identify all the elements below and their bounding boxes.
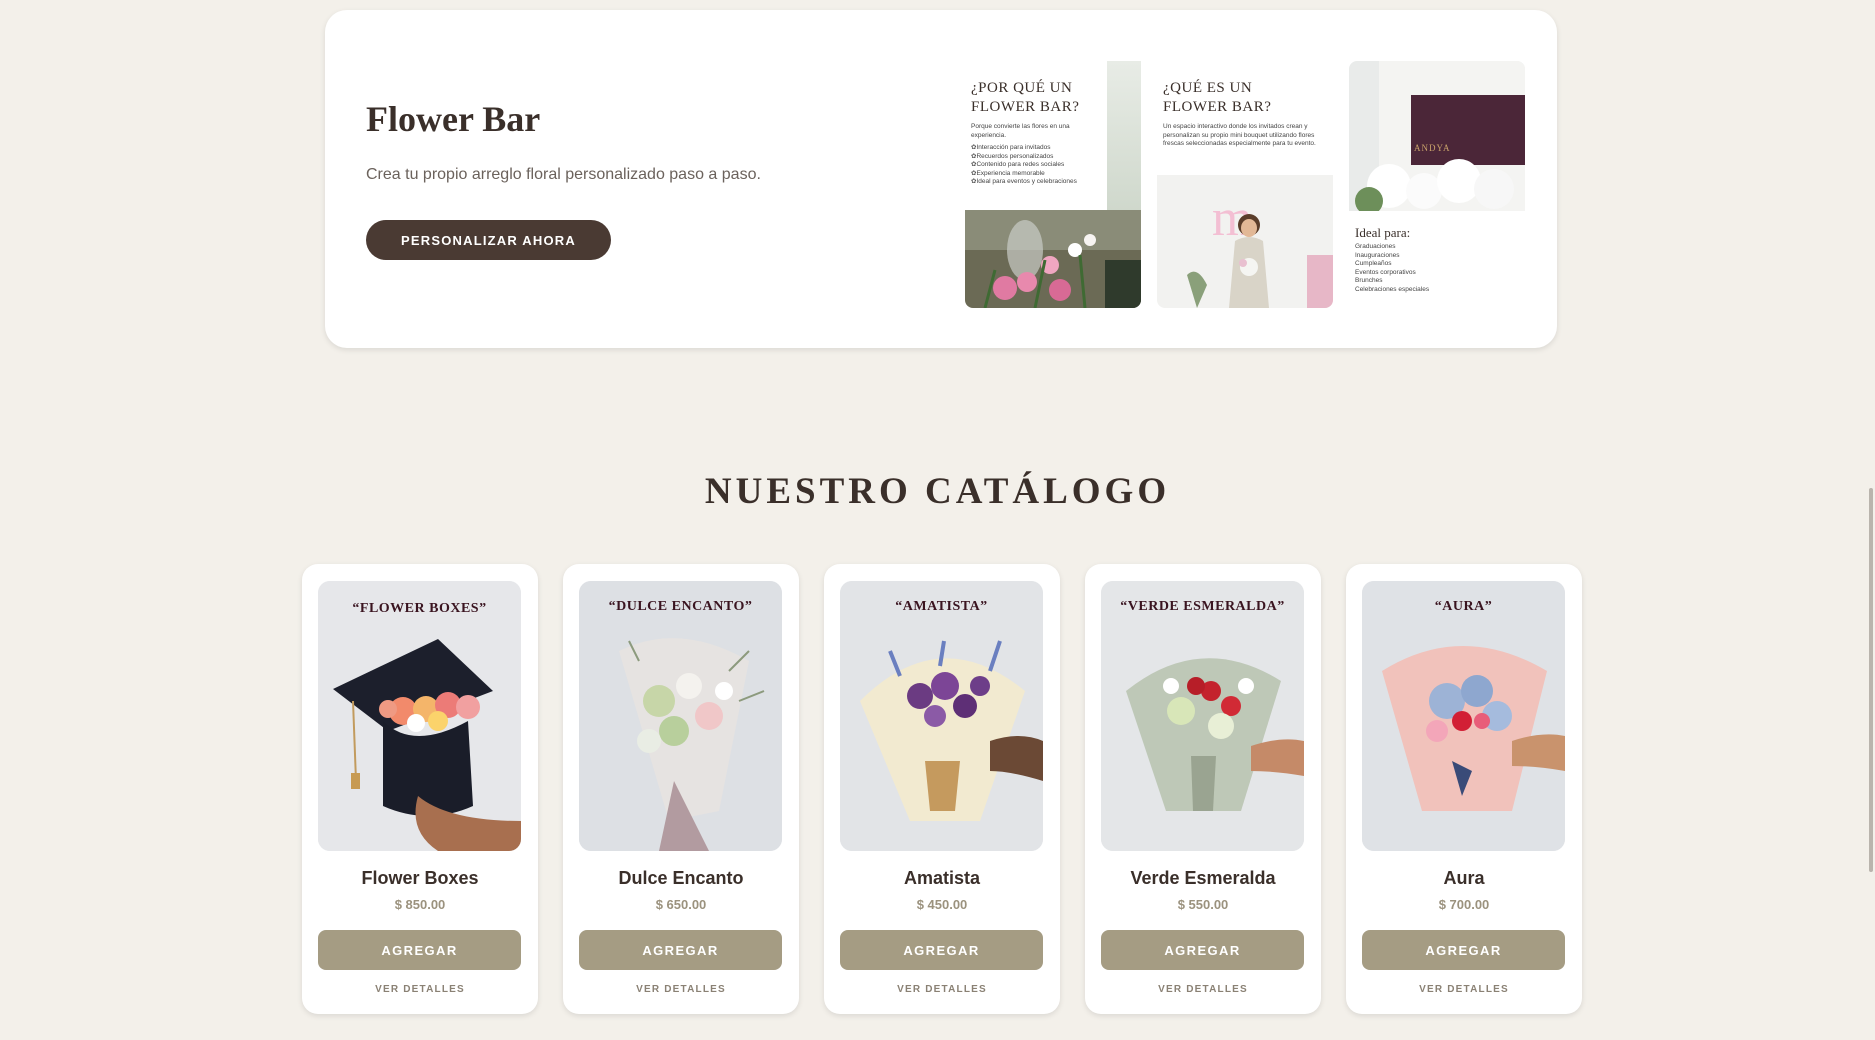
flower-bar-card: Flower Bar Crea tu propio arreglo floral… xyxy=(325,10,1557,348)
product-image-label: “VERDE ESMERALDA” xyxy=(1120,599,1285,614)
gallery-ideal-item: Celebraciones especiales xyxy=(1355,285,1430,293)
scrollbar-thumb[interactable] xyxy=(1869,488,1873,872)
gallery-why-heading-2: FLOWER BAR? xyxy=(971,99,1080,115)
product-image-label: “AURA” xyxy=(1434,599,1493,614)
view-details-link[interactable]: VER DETALLES xyxy=(1346,984,1582,995)
product-card: “DULCE ENCANTO” Dulce Encanto $ 650.00 A… xyxy=(563,564,799,1014)
view-details-link[interactable]: VER DETALLES xyxy=(302,984,538,995)
gallery-what-heading-2: FLOWER BAR? xyxy=(1163,99,1272,115)
gallery-ideal-item: Graduaciones xyxy=(1355,243,1396,250)
product-card: “AMATISTA” Amatista $ 450.00 AGREGAR VER… xyxy=(824,564,1060,1014)
personalize-button[interactable]: PERSONALIZAR AHORA xyxy=(366,220,611,260)
product-card: “FLOWER BOXES” Flower Boxes $ 850.00 AGR… xyxy=(302,564,538,1014)
flower-photo-strip xyxy=(1107,61,1141,211)
gallery-why-heading-1: ¿POR QUÉ UN xyxy=(971,80,1073,96)
add-to-cart-button[interactable]: AGREGAR xyxy=(318,930,521,970)
product-price: $ 550.00 xyxy=(1177,897,1229,912)
gallery-why-item: Recuerdos personalizados xyxy=(971,153,1106,162)
gallery-ideal-item: Cumpleaños xyxy=(1355,260,1392,267)
product-price: $ 700.00 xyxy=(1438,897,1490,912)
gallery-ideal-item: Inauguraciones xyxy=(1355,251,1400,259)
product-price: $ 450.00 xyxy=(916,897,968,912)
product-name: Flower Boxes xyxy=(361,868,479,888)
brand-logo-text: ANDYA xyxy=(1414,143,1451,153)
product-card: “AURA” Aura $ 700.00 AGREGAR VER DETALLE… xyxy=(1346,564,1582,1014)
view-details-link[interactable]: VER DETALLES xyxy=(824,984,1060,995)
product-image-label: “FLOWER BOXES” xyxy=(352,601,487,616)
product-image[interactable]: “DULCE ENCANTO” xyxy=(579,581,782,851)
gallery-why-item: Experiencia memorable xyxy=(971,170,1106,179)
add-to-cart-button[interactable]: AGREGAR xyxy=(579,930,782,970)
product-image[interactable]: “AMATISTA” xyxy=(840,581,1043,851)
product-name: Dulce Encanto xyxy=(618,868,744,888)
gallery-photo-woman: m xyxy=(1157,175,1333,308)
gallery-ideal-heading: Ideal para: xyxy=(1355,225,1411,240)
product-name: Amatista xyxy=(903,868,981,888)
product-image[interactable]: “VERDE ESMERALDA” xyxy=(1101,581,1304,851)
gallery-ideal-item: Eventos corporativos xyxy=(1355,268,1416,276)
gallery-ideal-list: Graduaciones Inauguraciones Cumpleaños E… xyxy=(1355,243,1515,294)
flower-bar-gallery: ¿POR QUÉ UN FLOWER BAR? Porque convierte… xyxy=(965,50,1525,308)
product-image[interactable]: “AURA” xyxy=(1362,581,1565,851)
gallery-photo-flowers xyxy=(965,210,1141,308)
product-image-label: “AMATISTA” xyxy=(895,599,988,614)
product-name: Verde Esmeralda xyxy=(1130,868,1276,888)
gallery-why-text: Porque convierte las flores en una exper… xyxy=(971,123,1070,139)
add-to-cart-button[interactable]: AGREGAR xyxy=(1362,930,1565,970)
catalog-title: NUESTRO CATÁLOGO xyxy=(704,471,1171,512)
product-image-label: “DULCE ENCANTO” xyxy=(608,599,753,614)
flower-bar-title: Flower Bar xyxy=(366,99,541,139)
gallery-why-item: Contenido para redes sociales xyxy=(971,161,1106,170)
gallery-panel-what: ¿QUÉ ES UN FLOWER BAR? Un espacio intera… xyxy=(1157,61,1333,171)
gallery-panel-ideal: Ideal para: Graduaciones Inauguraciones … xyxy=(1349,215,1525,308)
gallery-what-heading-1: ¿QUÉ ES UN xyxy=(1163,80,1253,96)
add-to-cart-button[interactable]: AGREGAR xyxy=(1101,930,1304,970)
product-price: $ 850.00 xyxy=(394,897,446,912)
view-details-link[interactable]: VER DETALLES xyxy=(1085,984,1321,995)
gallery-photo-brand: ANDYA xyxy=(1349,61,1525,211)
gallery-ideal-item: Brunches xyxy=(1355,277,1383,284)
product-image[interactable]: “FLOWER BOXES” xyxy=(318,581,521,851)
product-price: $ 650.00 xyxy=(655,897,707,912)
gallery-what-text: Un espacio interactivo donde los invitad… xyxy=(1163,123,1316,147)
product-name: Aura xyxy=(1443,868,1485,888)
product-card: “VERDE ESMERALDA” Verde Esmeralda $ 550.… xyxy=(1085,564,1321,1014)
gallery-why-list: Interacción para invitados Recuerdos per… xyxy=(971,144,1106,187)
view-details-link[interactable]: VER DETALLES xyxy=(563,984,799,995)
gallery-panel-why: ¿POR QUÉ UN FLOWER BAR? Porque convierte… xyxy=(965,61,1141,211)
gallery-why-item: Interacción para invitados xyxy=(971,144,1106,153)
page-scrollbar[interactable] xyxy=(1865,0,1875,1040)
add-to-cart-button[interactable]: AGREGAR xyxy=(840,930,1043,970)
gallery-why-item: Ideal para eventos y celebraciones xyxy=(971,178,1106,187)
flower-bar-description: Crea tu propio arreglo floral personaliz… xyxy=(366,166,761,183)
